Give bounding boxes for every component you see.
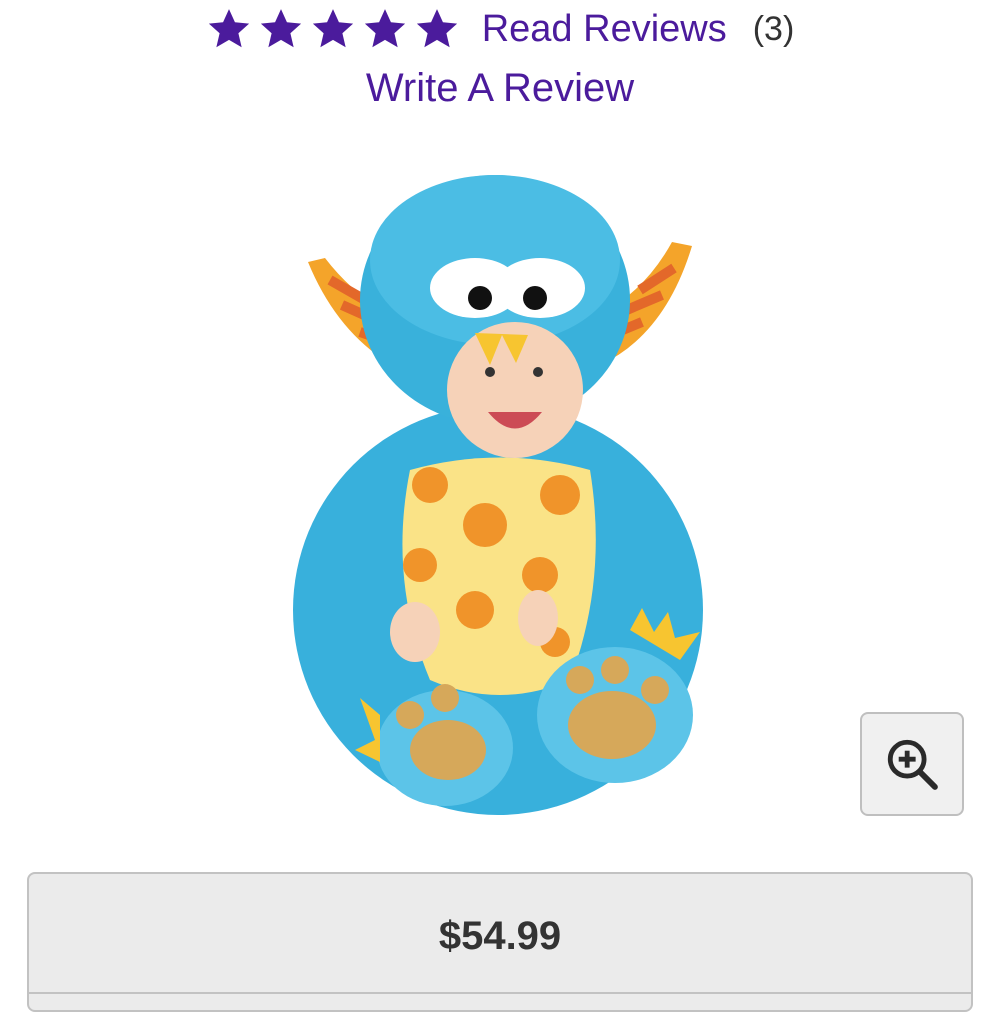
read-reviews-link[interactable]: Read Reviews <box>482 8 727 51</box>
star-rating <box>206 6 460 52</box>
product-image-illustration <box>293 175 703 815</box>
price-value: $54.99 <box>438 914 562 958</box>
review-count: (3) <box>752 9 795 48</box>
star-icon <box>364 9 405 48</box>
product-image[interactable] <box>270 150 730 820</box>
zoom-button[interactable] <box>860 712 964 816</box>
rating-row: Read Reviews (3) <box>0 4 1000 54</box>
star-icon <box>416 9 457 48</box>
star-icon <box>208 9 249 48</box>
zoom-in-icon <box>887 739 938 790</box>
write-review-link[interactable]: Write A Review <box>0 66 1000 111</box>
star-icon <box>312 9 353 48</box>
divider <box>29 992 971 994</box>
price-box: $54.99 <box>27 872 973 1012</box>
star-icon <box>260 9 301 48</box>
